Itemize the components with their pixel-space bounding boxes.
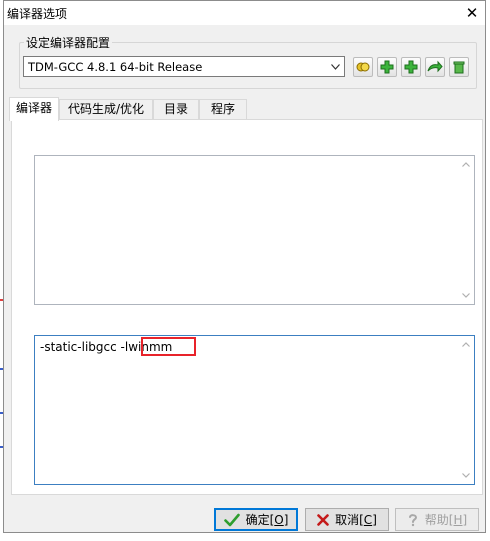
copy-config-button[interactable] bbox=[353, 57, 373, 77]
tab-code-generation[interactable]: 代码生成/优化 bbox=[59, 99, 153, 119]
help-icon bbox=[408, 513, 417, 526]
add-config-folder-button[interactable] bbox=[401, 57, 421, 77]
compile-commands-scrollbar[interactable] bbox=[457, 156, 474, 304]
tab-label: 代码生成/优化 bbox=[67, 102, 145, 116]
help-button[interactable]: 帮助[H] bbox=[395, 508, 479, 531]
delete-config-button[interactable] bbox=[449, 57, 469, 77]
compiler-set-label: 设定编译器配置 bbox=[24, 34, 113, 51]
linker-commands-textarea[interactable]: -static-libgcc -lwinmm bbox=[34, 335, 475, 485]
tab-compiler[interactable]: 编译器 bbox=[9, 97, 59, 121]
compiler-set-selected: TDM-GCC 4.8.1 64-bit Release bbox=[28, 60, 203, 74]
ok-button[interactable]: 确定[O] bbox=[214, 508, 298, 531]
window-title: 编译器选项 bbox=[7, 7, 68, 21]
ok-label: 确定[O] bbox=[245, 513, 289, 527]
close-button[interactable]: ✕ bbox=[460, 2, 484, 24]
close-x-icon bbox=[317, 513, 329, 526]
compiler-options-dialog: 编译器选项 ✕ 设定编译器配置 TDM-GCC 4.8.1 64-bit Rel… bbox=[3, 0, 486, 533]
linker-commands-scrollbar[interactable] bbox=[457, 336, 474, 484]
chevron-down-icon[interactable] bbox=[327, 57, 344, 76]
scroll-up-icon[interactable] bbox=[457, 336, 474, 353]
title-bar: 编译器选项 ✕ bbox=[4, 1, 485, 25]
tab-label: 程序 bbox=[210, 102, 235, 116]
cancel-label: 取消[C] bbox=[335, 513, 377, 527]
rename-config-button[interactable] bbox=[425, 57, 445, 77]
background-app-bottom bbox=[0, 533, 490, 541]
compiler-tab-panel: -static-libgcc -lwinmm bbox=[11, 119, 483, 495]
compile-commands-textarea[interactable] bbox=[34, 155, 475, 305]
copy-config-icon bbox=[356, 62, 370, 72]
linker-static-flag: -static-libgcc bbox=[40, 340, 121, 354]
tab-label: 编译器 bbox=[15, 101, 52, 115]
rename-config-icon bbox=[427, 60, 443, 73]
scroll-down-icon[interactable] bbox=[457, 467, 474, 484]
tab-label: 目录 bbox=[163, 102, 188, 116]
scroll-up-icon[interactable] bbox=[457, 156, 474, 173]
tab-programs[interactable]: 程序 bbox=[199, 99, 247, 119]
checkmark-icon bbox=[223, 513, 240, 526]
delete-config-icon bbox=[453, 61, 465, 74]
tab-directories[interactable]: 目录 bbox=[153, 99, 199, 119]
add-config-folder-icon bbox=[404, 60, 418, 74]
compiler-set-dropdown[interactable]: TDM-GCC 4.8.1 64-bit Release bbox=[23, 56, 345, 77]
cancel-button[interactable]: 取消[C] bbox=[305, 508, 389, 531]
add-config-icon bbox=[380, 60, 394, 74]
annotation-highlight-box bbox=[141, 337, 196, 356]
add-config-button[interactable] bbox=[377, 57, 397, 77]
help-label: 帮助[H] bbox=[424, 513, 468, 527]
scroll-down-icon[interactable] bbox=[457, 287, 474, 304]
